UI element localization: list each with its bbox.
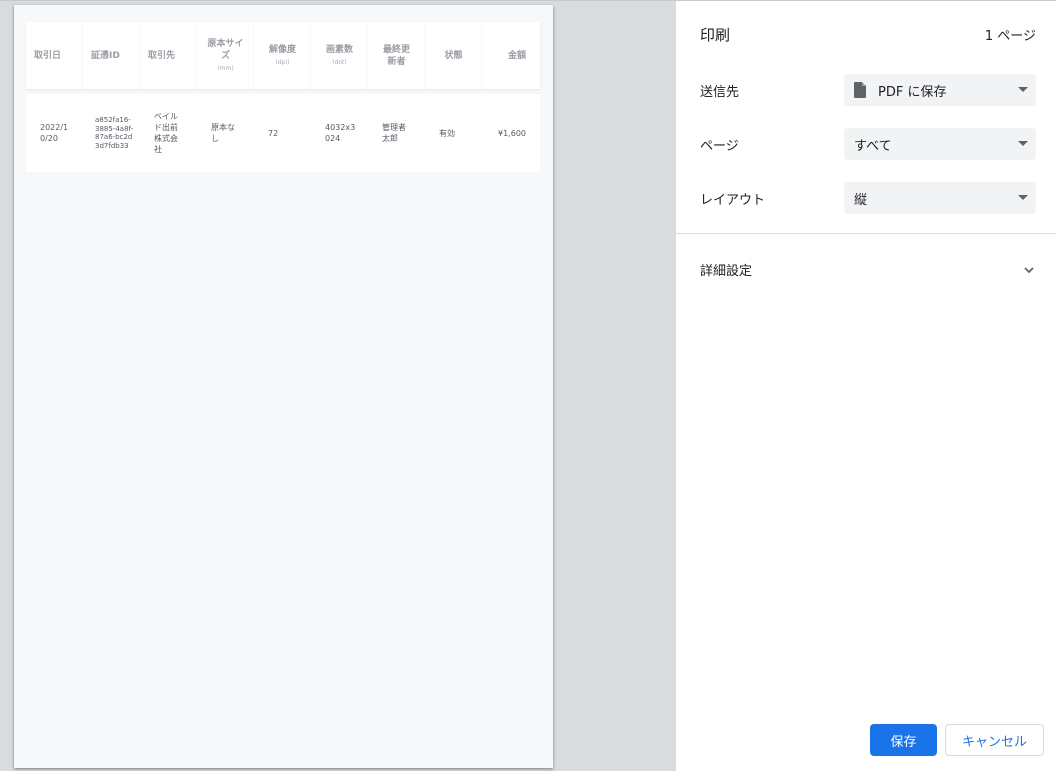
settings-divider: [676, 233, 1056, 234]
more-settings-label: 詳細設定: [700, 263, 753, 279]
pages-select[interactable]: すべて: [844, 128, 1036, 160]
header-partner: 取引先: [140, 22, 197, 89]
document-icon: [854, 82, 866, 98]
layout-row: レイアウト 縦: [700, 182, 1036, 214]
header-date: 取引日: [26, 22, 83, 89]
print-settings-panel: 印刷 1 ページ 送信先 PDF に保存 ページ すべて レイアウト 縦 詳細設…: [676, 0, 1056, 771]
dropdown-arrow-icon: [1018, 195, 1028, 200]
preview-page: 取引日 証憑ID 取引先 原本サイズ (mm) 解像度 (dpi) 画素数 (d…: [14, 5, 553, 768]
layout-select[interactable]: 縦: [844, 182, 1036, 214]
cell-original-size: 原本なし: [197, 94, 254, 172]
layout-value: 縦: [854, 192, 868, 208]
print-title: 印刷: [700, 25, 731, 44]
dropdown-arrow-icon: [1018, 141, 1028, 146]
header-original-size: 原本サイズ (mm): [197, 22, 254, 89]
page-count: 1 ページ: [984, 28, 1036, 44]
cancel-button[interactable]: キャンセル: [945, 724, 1044, 756]
cell-pixels: 4032x3024: [311, 94, 368, 172]
chevron-down-icon: [1022, 262, 1036, 276]
cell-status: 有効: [425, 94, 482, 172]
print-preview-area: 取引日 証憑ID 取引先 原本サイズ (mm) 解像度 (dpi) 画素数 (d…: [0, 0, 676, 771]
header-status: 状態: [425, 22, 482, 89]
layout-label: レイアウト: [700, 192, 766, 208]
pages-label: ページ: [700, 138, 739, 154]
header-amount: 金額: [482, 22, 540, 89]
cell-updated-by: 管理者太郎: [368, 94, 425, 172]
destination-value: PDF に保存: [878, 84, 947, 100]
header-updated-by: 最終更新者: [368, 22, 425, 89]
destination-select[interactable]: PDF に保存: [844, 74, 1036, 106]
dropdown-arrow-icon: [1018, 87, 1028, 92]
cell-voucher-id: a852fa16-3885-4a8f-87a6-bc2d3d7fdb33: [83, 94, 140, 172]
table-row: 2022/10/20 a852fa16-3885-4a8f-87a6-bc2d3…: [26, 94, 540, 172]
header-pixels: 画素数 (dot): [311, 22, 368, 89]
more-settings-toggle[interactable]: 詳細設定: [700, 257, 1036, 281]
header-voucher-id: 証憑ID: [83, 22, 140, 89]
cell-date: 2022/10/20: [26, 94, 83, 172]
destination-row: 送信先 PDF に保存: [700, 74, 1036, 106]
voucher-table: 取引日 証憑ID 取引先 原本サイズ (mm) 解像度 (dpi) 画素数 (d…: [26, 17, 540, 177]
pages-row: ページ すべて: [700, 128, 1036, 160]
table-header-row: 取引日 証憑ID 取引先 原本サイズ (mm) 解像度 (dpi) 画素数 (d…: [26, 22, 540, 89]
cell-amount: ¥1,600: [482, 94, 540, 172]
save-button[interactable]: 保存: [870, 724, 937, 756]
pages-value: すべて: [854, 138, 892, 154]
cell-resolution: 72: [254, 94, 311, 172]
settings-header: 印刷 1 ページ: [700, 23, 1036, 45]
cell-partner: ベイルド出前株式会社: [140, 94, 197, 172]
destination-label: 送信先: [700, 84, 740, 100]
header-resolution: 解像度 (dpi): [254, 22, 311, 89]
